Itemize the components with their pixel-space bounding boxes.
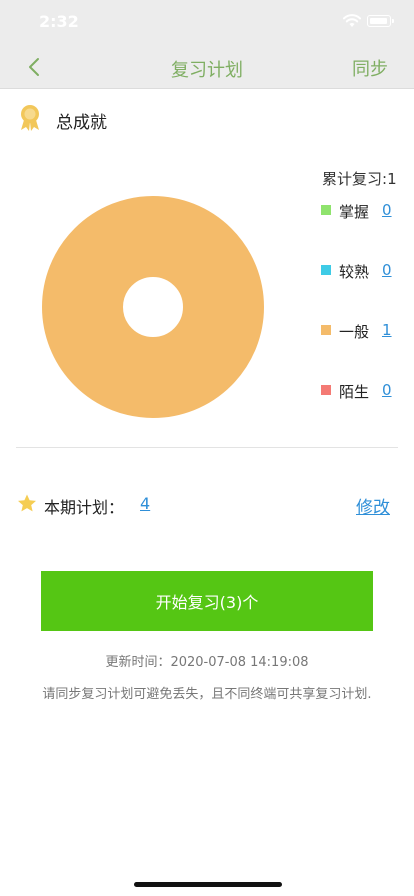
update-time-text: 更新时间：2020-07-08 14:19:08 [105, 655, 309, 670]
legend-label: 掌握 [339, 203, 370, 221]
plan-count-link[interactable]: 4 [140, 494, 150, 513]
section-divider [16, 447, 398, 448]
nav-bar: 复习计划 同步 [0, 44, 414, 89]
home-indicator [134, 882, 282, 887]
legend-count-unfamiliar[interactable]: 0 [382, 381, 392, 399]
legend-swatch-unfamiliar [321, 385, 331, 395]
legend-swatch-average [321, 325, 331, 335]
legend-label: 陌生 [339, 383, 370, 401]
sync-button[interactable]: 同步 [352, 55, 388, 81]
edit-plan-link[interactable]: 修改 [356, 493, 390, 518]
battery-icon [367, 15, 394, 27]
donut-slice-2 [42, 196, 264, 418]
legend-swatch-mastered [321, 205, 331, 215]
plan-label: 本期计划： [44, 498, 125, 517]
total-review-value: 1 [387, 170, 397, 188]
star-icon [18, 494, 36, 512]
start-review-button[interactable]: 开始复习(3)个 [41, 571, 373, 631]
legend-count-average[interactable]: 1 [382, 321, 392, 339]
legend-swatch-familiar [321, 265, 331, 275]
total-review: 累计复习:1 [322, 168, 397, 189]
achievement-title: 总成就 [56, 113, 107, 133]
review-donut-chart [42, 196, 264, 418]
status-bar: 2:32 [0, 0, 414, 44]
legend-label: 较熟 [339, 263, 370, 281]
legend-count-mastered[interactable]: 0 [382, 201, 392, 219]
legend-label: 一般 [339, 323, 370, 341]
medal-icon [21, 105, 39, 131]
status-time: 2:32 [39, 12, 79, 31]
sync-tip-text: 请同步复习计划可避免丢失，且不同终端可共享复习计划. [42, 687, 372, 702]
legend-count-familiar[interactable]: 0 [382, 261, 392, 279]
total-review-label: 累计复习: [322, 170, 388, 188]
wifi-icon [343, 14, 361, 27]
